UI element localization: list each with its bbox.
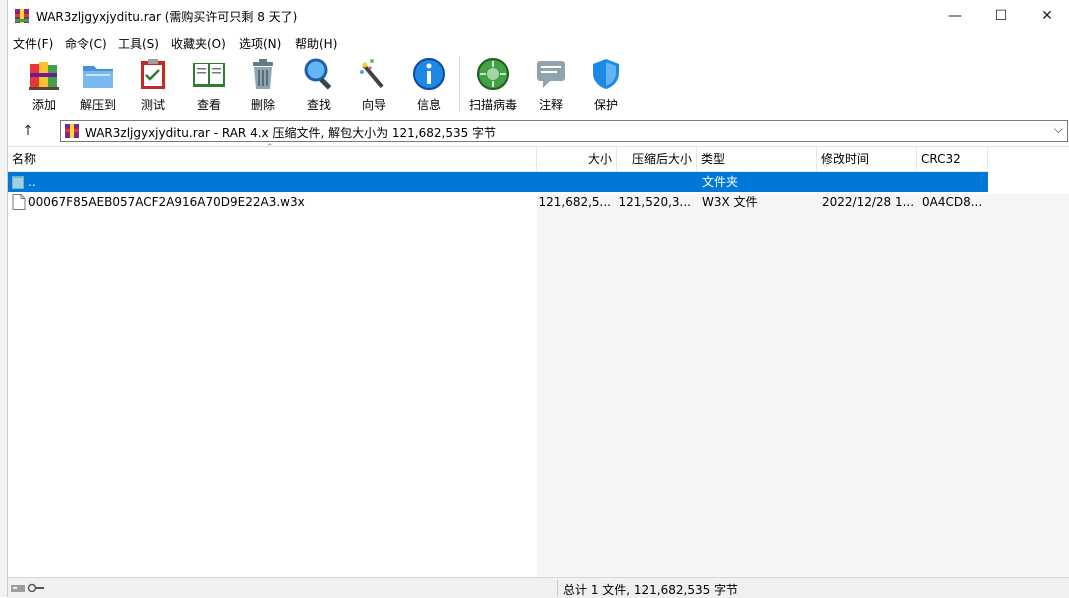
- wizard-button[interactable]: 向导: [346, 54, 402, 114]
- menu-bar: 文件(F) 命令(C) 工具(S) 收藏夹(O) 选项(N) 帮助(H): [8, 32, 1069, 52]
- cell-modified: [822, 172, 916, 192]
- virus-scan-button[interactable]: 扫描病毒: [465, 54, 521, 114]
- menu-favorites[interactable]: 收藏夹(O): [171, 35, 226, 52]
- status-bar: 总计 1 文件, 121,682,535 字节: [8, 577, 1069, 598]
- list-header: 名称 ⌃ 大小 压缩后大小 类型 修改时间 CRC32: [8, 143, 988, 172]
- view-label: 查看: [196, 98, 221, 112]
- drive-key-icon: [11, 583, 44, 593]
- find-button[interactable]: 查找: [291, 54, 347, 114]
- folder-extract-icon: [83, 66, 113, 88]
- status-separator: [557, 580, 558, 596]
- cell-type: 文件夹: [702, 175, 739, 189]
- extract-to-button[interactable]: 解压到: [70, 54, 126, 114]
- virus-scan-label: 扫描病毒: [468, 98, 517, 112]
- column-size[interactable]: 大小: [537, 147, 617, 171]
- comment-label: 注释: [538, 98, 563, 112]
- file-icon: [12, 194, 26, 210]
- column-packed-size[interactable]: 压缩后大小: [617, 147, 697, 171]
- file-list: 名称 ⌃ 大小 压缩后大小 类型 修改时间 CRC32 .. 文件夹 00067…: [8, 143, 1069, 577]
- books-add-icon: [29, 62, 59, 90]
- trash-can-icon: [253, 59, 273, 89]
- column-size-label: 大小: [587, 152, 612, 166]
- comment-button[interactable]: 注释: [523, 54, 579, 114]
- folder-up-icon: [12, 176, 24, 189]
- info-label: 信息: [416, 98, 441, 112]
- open-book-icon: [193, 63, 225, 87]
- winrar-app-icon: [15, 9, 29, 23]
- add-button[interactable]: 添加: [16, 54, 72, 114]
- status-summary: 总计 1 文件, 121,682,535 字节: [563, 583, 739, 597]
- address-dropdown-icon[interactable]: ⌵: [1054, 122, 1063, 137]
- toolbar: 添加 解压到 测试 查看 删除 查找 向导 信息 扫描病毒 注释 保护: [8, 54, 1069, 116]
- sort-ascending-icon: ⌃: [266, 143, 274, 153]
- magnifier-icon: [304, 58, 332, 90]
- cell-name: 00067F85AEB057ACF2A916A70D9E22A3.w3x: [28, 195, 305, 209]
- cell-size: [537, 172, 611, 192]
- extract-to-label: 解压到: [79, 98, 116, 112]
- address-bar[interactable]: WAR3zljgyxjyditu.rar - RAR 4.x 压缩文件, 解包大…: [60, 120, 1068, 142]
- column-crc32[interactable]: CRC32: [917, 147, 988, 171]
- delete-label: 删除: [250, 98, 275, 112]
- column-modified-label: 修改时间: [821, 152, 870, 166]
- column-modified[interactable]: 修改时间: [817, 147, 917, 171]
- menu-file[interactable]: 文件(F): [13, 35, 53, 52]
- close-button[interactable]: ✕: [1024, 0, 1069, 32]
- cell-crc: [922, 172, 988, 192]
- menu-commands[interactable]: 命令(C): [65, 35, 107, 52]
- title-bar: WAR3zljgyxjyditu.rar (需购买许可只剩 8 天了) — ☐ …: [8, 0, 1069, 32]
- cell-type: W3X 文件: [702, 195, 758, 209]
- address-text: WAR3zljgyxjyditu.rar - RAR 4.x 压缩文件, 解包大…: [85, 126, 497, 140]
- test-button[interactable]: 测试: [125, 54, 181, 114]
- cell-packed: [617, 172, 691, 192]
- column-type-label: 类型: [701, 152, 726, 166]
- toolbar-separator: [459, 56, 460, 112]
- info-icon: [413, 58, 445, 90]
- menu-tools[interactable]: 工具(S): [118, 35, 159, 52]
- cell-size: 121,682,5...: [538, 195, 611, 209]
- winrar-window: WAR3zljgyxjyditu.rar (需购买许可只剩 8 天了) — ☐ …: [7, 0, 1069, 598]
- address-row: ↑ WAR3zljgyxjyditu.rar - RAR 4.x 压缩文件, 解…: [8, 118, 1069, 144]
- info-button[interactable]: 信息: [401, 54, 457, 114]
- list-empty-area: [537, 194, 1069, 577]
- comment-icon: [537, 61, 565, 88]
- window-title: WAR3zljgyxjyditu.rar (需购买许可只剩 8 天了): [36, 10, 298, 24]
- column-packed-label: 压缩后大小: [631, 152, 692, 166]
- virus-scan-icon: [477, 58, 509, 90]
- add-label: 添加: [31, 98, 56, 112]
- column-name-label: 名称: [12, 152, 37, 166]
- column-type[interactable]: 类型: [697, 147, 817, 171]
- delete-button[interactable]: 删除: [235, 54, 291, 114]
- minimize-button[interactable]: —: [932, 0, 978, 32]
- clipboard-check-icon: [141, 59, 165, 89]
- cell-name: ..: [28, 175, 36, 189]
- table-row-file[interactable]: 00067F85AEB057ACF2A916A70D9E22A3.w3x 121…: [8, 192, 988, 212]
- shield-icon: [593, 59, 619, 89]
- cell-packed: 121,520,3...: [618, 195, 691, 209]
- cell-modified: 2022/12/28 1...: [822, 195, 915, 209]
- menu-options[interactable]: 选项(N): [239, 35, 281, 52]
- cell-crc: 0A4CD8...: [922, 195, 983, 209]
- table-row-parent-folder[interactable]: .. 文件夹: [8, 172, 988, 192]
- rar-archive-icon: [65, 124, 79, 138]
- test-label: 测试: [140, 98, 165, 112]
- column-crc-label: CRC32: [921, 152, 961, 166]
- protect-label: 保护: [593, 98, 618, 112]
- up-level-button[interactable]: ↑: [18, 121, 38, 141]
- view-button[interactable]: 查看: [181, 54, 237, 114]
- wizard-label: 向导: [361, 98, 386, 112]
- menu-help[interactable]: 帮助(H): [295, 35, 337, 52]
- protect-button[interactable]: 保护: [578, 54, 634, 114]
- desktop-edge: [0, 0, 7, 597]
- maximize-button[interactable]: ☐: [978, 0, 1024, 32]
- magic-wand-icon: [360, 59, 384, 89]
- find-label: 查找: [306, 98, 331, 112]
